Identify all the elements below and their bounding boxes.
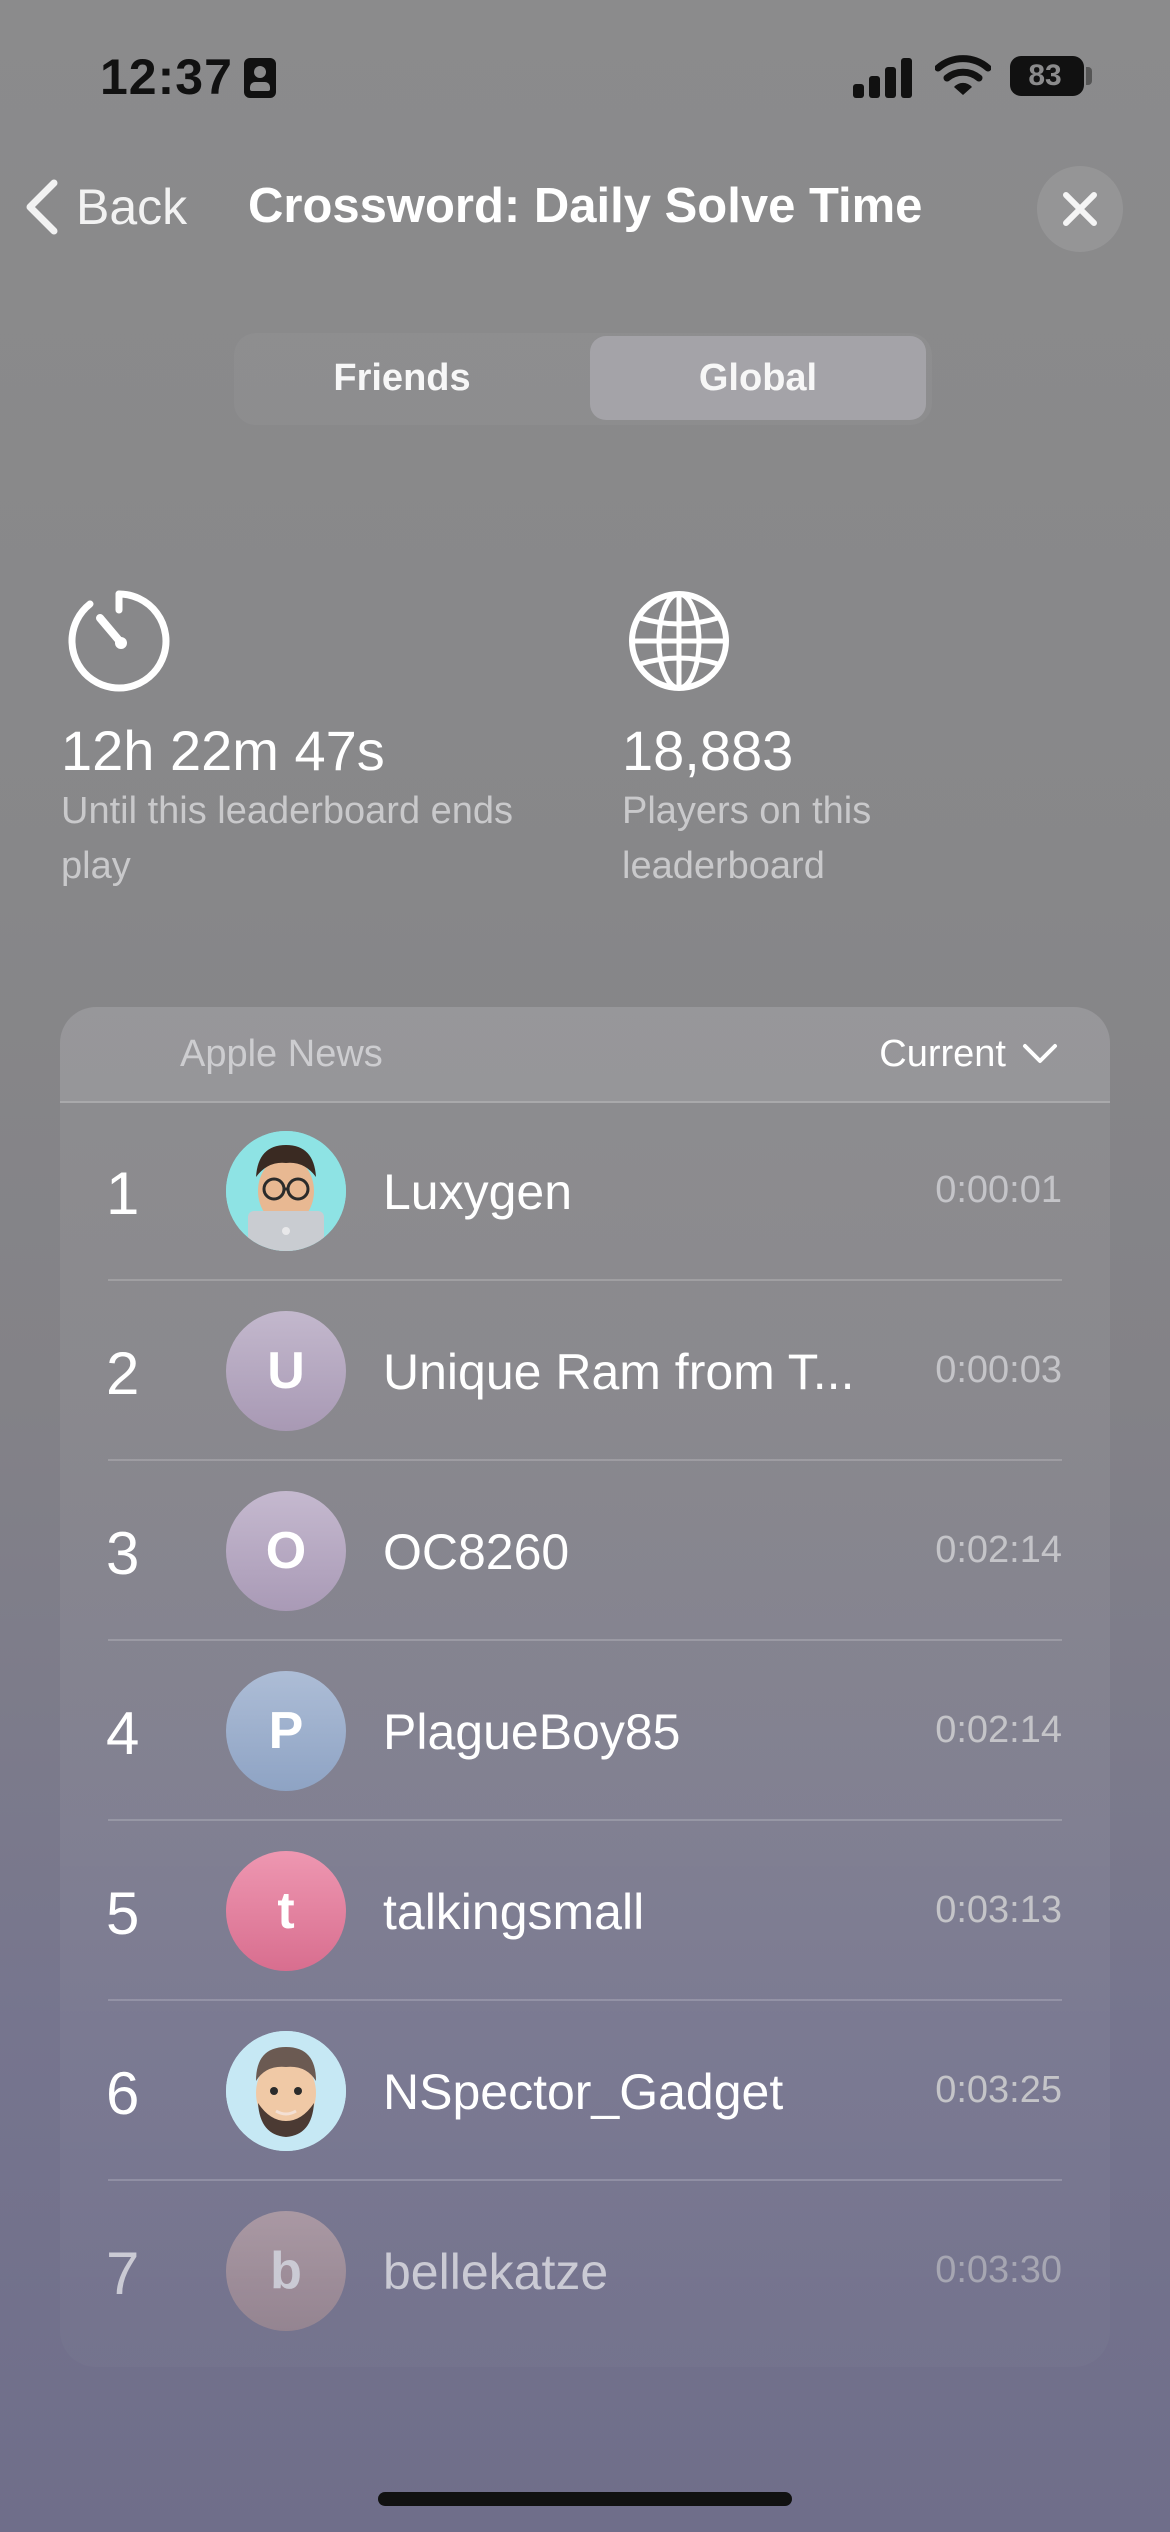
leaderboard-row[interactable]: 7 b bellekatze 0:03:30 xyxy=(60,2181,1110,2361)
rank: 2 xyxy=(106,1340,140,1407)
leaderboard-row[interactable]: 4 P PlagueBoy85 0:02:14 xyxy=(60,1641,1110,1821)
solve-time: 0:02:14 xyxy=(935,1709,1062,1751)
leaderboard-row[interactable]: 1 Luxygen 0:00:01 xyxy=(60,1101,1110,1281)
close-button[interactable] xyxy=(1037,166,1123,252)
leaderboard-header: Apple News Current xyxy=(60,1007,1110,1103)
username: talkingsmall xyxy=(383,1884,645,1940)
globe-icon xyxy=(629,591,729,691)
battery-level: 83 xyxy=(1028,59,1062,92)
leaderboard-row[interactable]: 2 U Unique Ram from T... 0:00:03 xyxy=(60,1281,1110,1461)
rank: 7 xyxy=(106,2240,140,2307)
battery-icon: 83 xyxy=(1010,56,1084,96)
segment-global[interactable]: Global xyxy=(590,336,926,420)
username: Unique Ram from T... xyxy=(383,1344,855,1400)
time-remaining-value: 12h 22m 47s xyxy=(61,719,385,782)
solve-time: 0:03:30 xyxy=(935,2249,1062,2291)
leaderboard-row[interactable]: 5 t talkingsmall 0:03:13 xyxy=(60,1821,1110,2001)
status-time: 12:37 xyxy=(100,49,233,105)
memoji-avatar-icon xyxy=(226,1131,346,1251)
username: PlagueBoy85 xyxy=(383,1704,681,1760)
avatar xyxy=(226,2031,346,2151)
username: NSpector_Gadget xyxy=(383,2064,784,2120)
username: OC8260 xyxy=(383,1524,570,1580)
chevron-down-icon xyxy=(1023,1044,1057,1063)
rank: 6 xyxy=(106,2060,140,2127)
solve-time: 0:00:03 xyxy=(935,1349,1062,1391)
cellular-signal-icon xyxy=(853,56,913,98)
home-indicator[interactable] xyxy=(378,2492,792,2506)
rank: 4 xyxy=(106,1700,140,1767)
player-count-value: 18,883 xyxy=(622,719,794,782)
avatar: O xyxy=(226,1491,346,1611)
battery-tip xyxy=(1086,67,1092,85)
memoji-avatar-icon xyxy=(226,2031,346,2151)
back-button[interactable]: Back xyxy=(22,172,187,242)
leaderboard-row[interactable]: 3 O OC8260 0:02:14 xyxy=(60,1461,1110,1641)
rank: 1 xyxy=(106,1160,140,1227)
avatar: U xyxy=(226,1311,346,1431)
solve-time: 0:03:25 xyxy=(935,2069,1062,2111)
rank: 3 xyxy=(106,1520,140,1587)
solve-time: 0:02:14 xyxy=(935,1529,1062,1571)
close-icon xyxy=(1063,192,1097,226)
period-filter-label: Current xyxy=(879,1032,1006,1075)
leaderboard-scope-segmented-control: Friends Global xyxy=(234,333,932,425)
wifi-icon xyxy=(935,55,991,95)
chevron-left-icon xyxy=(26,179,58,235)
timer-icon xyxy=(68,590,170,692)
leaderboard-source: Apple News xyxy=(180,1033,383,1075)
contact-card-icon xyxy=(244,58,276,98)
rank: 5 xyxy=(106,1880,140,1947)
leaderboard-row[interactable]: 6 NSpector_Gadget 0:03:25 xyxy=(60,2001,1110,2181)
username: Luxygen xyxy=(383,1164,573,1220)
solve-time: 0:00:01 xyxy=(935,1169,1062,1211)
page-title: Crossword: Daily Solve Time xyxy=(248,179,923,233)
solve-time: 0:03:13 xyxy=(935,1889,1062,1931)
avatar xyxy=(226,1131,346,1251)
leaderboard-card: Apple News Current 1 Luxygen 0:00:01 2 U… xyxy=(60,1007,1110,2367)
avatar: b xyxy=(226,2211,346,2331)
period-filter-dropdown[interactable]: Current xyxy=(879,1029,1058,1079)
avatar: P xyxy=(226,1671,346,1791)
back-label: Back xyxy=(76,179,188,235)
time-remaining-label: Until this leaderboard ends play xyxy=(61,790,514,887)
segment-friends[interactable]: Friends xyxy=(234,336,570,420)
avatar: t xyxy=(226,1851,346,1971)
player-count-label: Players on this leaderboard xyxy=(622,790,872,887)
username: bellekatze xyxy=(383,2244,609,2300)
